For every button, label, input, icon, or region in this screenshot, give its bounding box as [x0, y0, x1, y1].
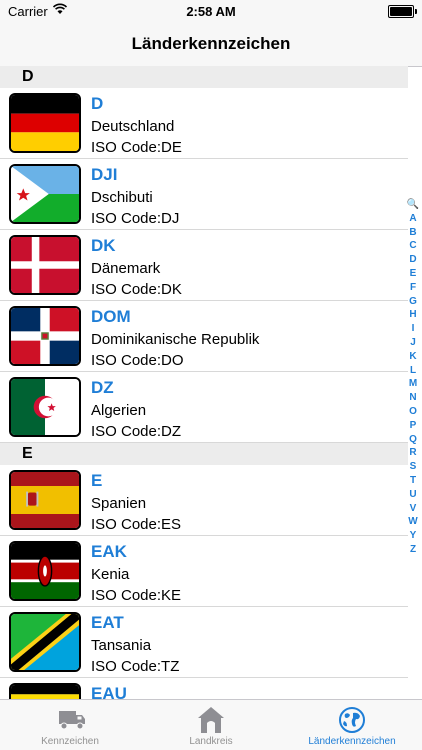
navigation-bar: Länderkennzeichen [0, 22, 422, 67]
index-letter[interactable]: D [406, 253, 420, 267]
tab-label: Länderkennzeichen [308, 736, 396, 747]
country-name: Spanien [91, 495, 147, 512]
flag-denmark-icon [9, 235, 81, 295]
status-bar: Carrier 2:58 AM [0, 0, 422, 22]
index-letter[interactable]: Q [406, 433, 420, 447]
globe-icon [334, 706, 370, 734]
tab-laenderkennzeichen[interactable]: Länderkennzeichen [282, 700, 422, 750]
list-item[interactable]: DJI Dschibuti ISO Code:DJ [0, 159, 408, 230]
index-letter[interactable]: U [406, 488, 420, 502]
index-letter[interactable]: M [406, 377, 420, 391]
list-item[interactable]: EAU [0, 678, 408, 699]
country-name: Dänemark [91, 260, 161, 277]
truck-icon [52, 706, 88, 734]
index-letter[interactable]: C [406, 239, 420, 253]
flag-algeria-icon [9, 377, 81, 437]
iso-code: ISO Code:TZ [91, 658, 180, 675]
country-name: Algerien [91, 402, 147, 419]
country-name: Tansania [91, 637, 152, 654]
section-index[interactable]: 🔍 A B C D E F G H I J K L M N O P Q R S … [406, 198, 420, 557]
country-code: EAU [91, 684, 127, 699]
tab-label: Landkreis [189, 736, 233, 747]
index-letter[interactable]: V [406, 502, 420, 516]
index-letter[interactable]: B [406, 226, 420, 240]
country-name: Deutschland [91, 118, 175, 135]
country-code: EAT [91, 613, 124, 632]
flag-kenya-icon [9, 541, 81, 601]
flag-tanzania-icon [9, 612, 81, 672]
list-item[interactable]: DOM Dominikanische Republik ISO Code:DO [0, 301, 408, 372]
country-code: DK [91, 236, 116, 255]
country-name: Dominikanische Republik [91, 331, 260, 348]
flag-germany-icon [9, 93, 81, 153]
country-code: EAK [91, 542, 127, 561]
index-letter[interactable]: S [406, 460, 420, 474]
country-list[interactable]: D D Deutschland ISO Code:DE DJI Dschibut… [0, 66, 408, 699]
iso-code: ISO Code:DE [91, 139, 182, 156]
index-letter[interactable]: R [406, 446, 420, 460]
flag-djibouti-icon [9, 164, 81, 224]
country-code: DOM [91, 307, 131, 326]
clock: 2:58 AM [186, 4, 236, 19]
tab-label: Kennzeichen [41, 736, 99, 747]
list-item[interactable]: DK Dänemark ISO Code:DK [0, 230, 408, 301]
iso-code: ISO Code:KE [91, 587, 182, 604]
index-letter[interactable]: N [406, 391, 420, 405]
tab-landkreis[interactable]: Landkreis [141, 700, 281, 750]
iso-code: ISO Code:DZ [91, 423, 182, 440]
index-letter[interactable]: Y [406, 529, 420, 543]
index-letter[interactable]: O [406, 405, 420, 419]
section-header-e: E [0, 443, 408, 465]
list-item[interactable]: E Spanien ISO Code:ES [0, 465, 408, 536]
list-item[interactable]: D Deutschland ISO Code:DE [0, 88, 408, 159]
index-letter[interactable]: K [406, 350, 420, 364]
iso-code: ISO Code:DK [91, 281, 182, 298]
flag-uganda-icon [9, 683, 81, 699]
country-code: DJI [91, 165, 118, 184]
list-item[interactable]: DZ Algerien ISO Code:DZ [0, 372, 408, 443]
country-name: Kenia [91, 566, 130, 583]
index-letter[interactable]: F [406, 281, 420, 295]
index-letter[interactable]: T [406, 474, 420, 488]
list-item[interactable]: EAT Tansania ISO Code:TZ [0, 607, 408, 678]
page-title: Länderkennzeichen [131, 34, 291, 53]
country-name: Dschibuti [91, 189, 153, 206]
index-letter[interactable]: J [406, 336, 420, 350]
iso-code: ISO Code:DO [91, 352, 184, 369]
iso-code: ISO Code:DJ [91, 210, 180, 227]
section-header-d: D [0, 66, 408, 88]
tab-kennzeichen[interactable]: Kennzeichen [0, 700, 140, 750]
country-code: DZ [91, 378, 114, 397]
index-letter[interactable]: E [406, 267, 420, 281]
index-letter[interactable]: W [406, 515, 420, 529]
index-letter[interactable]: G [406, 295, 420, 309]
index-letter[interactable]: I [406, 322, 420, 336]
index-letter[interactable]: A [406, 212, 420, 226]
flag-spain-icon [9, 470, 81, 530]
index-letter[interactable]: H [406, 308, 420, 322]
list-item[interactable]: EAK Kenia ISO Code:KE [0, 536, 408, 607]
index-letter[interactable]: P [406, 419, 420, 433]
index-letter[interactable]: L [406, 364, 420, 378]
country-code: E [91, 471, 103, 490]
flag-dominican-republic-icon [9, 306, 81, 366]
iso-code: ISO Code:ES [91, 516, 182, 533]
country-code: D [91, 94, 104, 113]
index-search-icon[interactable]: 🔍 [406, 198, 420, 212]
battery-icon [388, 5, 417, 18]
tab-bar: Kennzeichen Landkreis Länderkennzeichen [0, 699, 422, 750]
index-letter[interactable]: Z [406, 543, 420, 557]
house-icon [193, 706, 229, 734]
